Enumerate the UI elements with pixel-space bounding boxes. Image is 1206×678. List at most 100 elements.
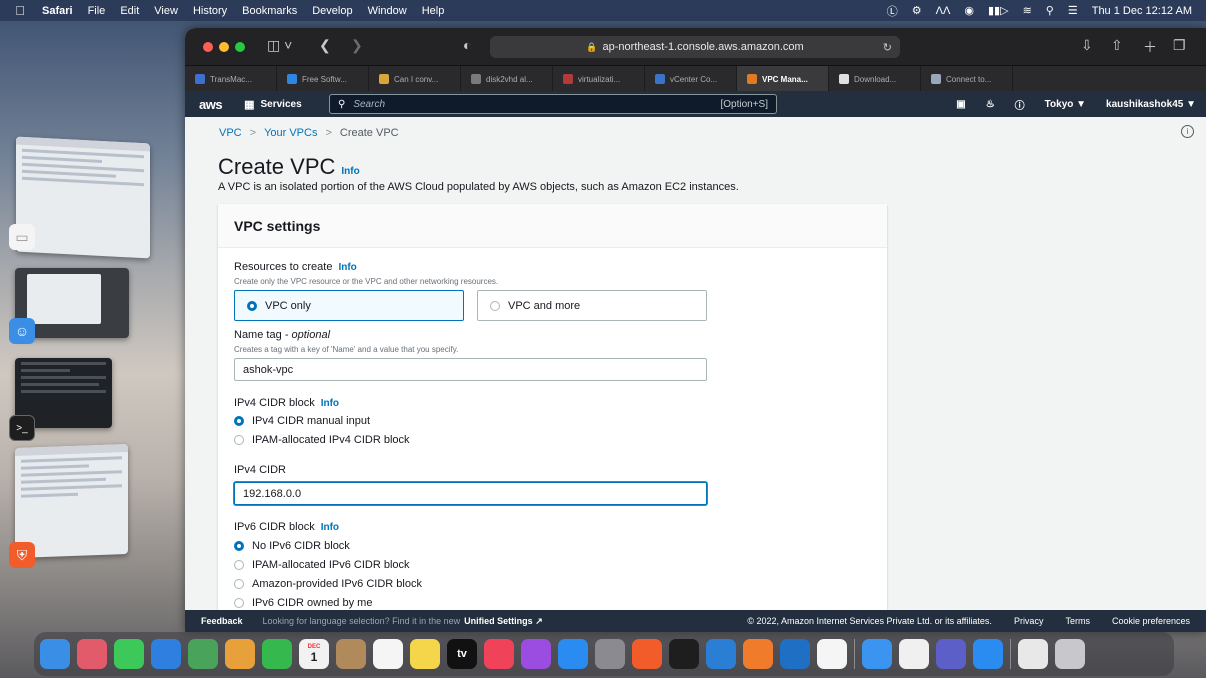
system-preferences-icon[interactable]: [595, 639, 625, 669]
close-window-button[interactable]: [203, 42, 213, 52]
resources-info-link[interactable]: Info: [338, 262, 356, 273]
textedit-icon[interactable]: [899, 639, 929, 669]
terminal-icon[interactable]: [669, 639, 699, 669]
wifi-icon[interactable]: ≋: [1023, 4, 1032, 17]
firefox-icon[interactable]: [743, 639, 773, 669]
ipv4-ipam-option[interactable]: IPAM-allocated IPv4 CIDR block: [234, 434, 410, 446]
launchpad-icon[interactable]: [77, 639, 107, 669]
facetime-icon[interactable]: [262, 639, 292, 669]
vpc-and-more-option[interactable]: VPC and more: [477, 290, 707, 321]
menu-bookmarks[interactable]: Bookmarks: [242, 5, 297, 17]
keynote-icon[interactable]: [973, 639, 1003, 669]
ipv6-info-link[interactable]: Info: [321, 522, 339, 533]
calendar-icon[interactable]: DEC 1: [299, 639, 329, 669]
document-app-icon[interactable]: ▭: [9, 224, 35, 250]
account-menu[interactable]: kaushikashok45 ▼: [1106, 99, 1196, 110]
app-store-icon[interactable]: [558, 639, 588, 669]
app-status-icon[interactable]: ⚙: [912, 4, 922, 17]
vpc-only-option[interactable]: VPC only: [234, 290, 464, 321]
ipv6-owned-option[interactable]: IPv6 CIDR owned by me: [234, 597, 372, 609]
control-center-icon[interactable]: ☰: [1068, 4, 1078, 17]
preview-icon[interactable]: [1018, 639, 1048, 669]
maps-icon[interactable]: [188, 639, 218, 669]
notifications-icon[interactable]: ♨: [986, 99, 995, 110]
brave-app-icon[interactable]: ⛨: [9, 542, 35, 568]
cookie-preferences-link[interactable]: Cookie preferences: [1112, 616, 1190, 626]
menu-app-name[interactable]: Safari: [42, 5, 73, 17]
browser-tab[interactable]: Download...: [829, 66, 921, 92]
spotlight-icon[interactable]: ⚲: [1046, 4, 1054, 17]
apple-menu-icon[interactable]: : [8, 3, 32, 18]
browser-tab[interactable]: Free Softw...: [277, 66, 369, 92]
vscode-icon[interactable]: [706, 639, 736, 669]
new-tab-icon[interactable]: ＋: [1143, 37, 1157, 57]
reminders-icon[interactable]: [373, 639, 403, 669]
reload-icon[interactable]: ↻: [883, 41, 892, 54]
sidebar-toggle-icon[interactable]: ◫ ˅: [267, 37, 292, 54]
ipv4-manual-option[interactable]: IPv4 CIDR manual input: [234, 415, 370, 427]
aws-logo[interactable]: aws: [199, 97, 223, 112]
finder-icon[interactable]: [40, 639, 70, 669]
ipv4-info-link[interactable]: Info: [321, 398, 339, 409]
vpn-icon[interactable]: Ⓛ: [887, 3, 898, 19]
aws-search-input[interactable]: ⚲ Search [Option+S]: [329, 94, 777, 114]
document-icon[interactable]: [817, 639, 847, 669]
browser-tab[interactable]: Can I conv...: [369, 66, 461, 92]
menubar-clock[interactable]: Thu 1 Dec 12:12 AM: [1092, 5, 1192, 17]
browser-tab[interactable]: VPC Mana...: [737, 66, 829, 92]
tab-overview-icon[interactable]: ❐: [1173, 37, 1186, 54]
menu-window[interactable]: Window: [368, 5, 407, 17]
window-thumbnail-4[interactable]: [15, 444, 128, 558]
browser-tab[interactable]: virtualizati...: [553, 66, 645, 92]
ipv4-cidr-input[interactable]: 192.168.0.0: [234, 482, 707, 505]
menu-file[interactable]: File: [88, 5, 106, 17]
unified-settings-link[interactable]: Unified Settings ↗: [464, 616, 543, 627]
services-menu[interactable]: ▦ Services: [244, 98, 302, 111]
zoom-window-button[interactable]: [235, 42, 245, 52]
messages-icon[interactable]: [114, 639, 144, 669]
brave-icon[interactable]: [632, 639, 662, 669]
privacy-link[interactable]: Privacy: [1014, 616, 1044, 626]
browser-tab[interactable]: disk2vhd al...: [461, 66, 553, 92]
ipv6-amazon-option[interactable]: Amazon-provided IPv6 CIDR block: [234, 578, 422, 590]
address-bar[interactable]: 🔒 ap-northeast-1.console.aws.amazon.com …: [490, 36, 900, 58]
breadcrumb-vpc[interactable]: VPC: [219, 127, 242, 139]
terminal-app-icon[interactable]: >_: [9, 415, 35, 441]
podcasts-icon[interactable]: [521, 639, 551, 669]
feedback-link[interactable]: Feedback: [201, 616, 243, 626]
photos-icon[interactable]: [225, 639, 255, 669]
breadcrumb-your-vpcs[interactable]: Your VPCs: [264, 127, 317, 139]
music-icon[interactable]: [484, 639, 514, 669]
window-thumbnail-1[interactable]: [16, 136, 150, 259]
browser-tab[interactable]: vCenter Co...: [645, 66, 737, 92]
teams-icon[interactable]: [936, 639, 966, 669]
region-selector[interactable]: Tokyo ▼: [1045, 99, 1086, 110]
page-info-link[interactable]: Info: [341, 166, 359, 177]
browser-tab[interactable]: TransMac...: [185, 66, 277, 92]
record-icon[interactable]: ◉: [964, 4, 974, 17]
back-icon[interactable]: ❮: [319, 37, 331, 54]
notes-icon[interactable]: [410, 639, 440, 669]
help-icon[interactable]: ⓘ: [1015, 97, 1025, 112]
outlook-icon[interactable]: [780, 639, 810, 669]
name-tag-input[interactable]: ashok-vpc: [234, 358, 707, 381]
safari-icon[interactable]: [862, 639, 892, 669]
info-panel-icon[interactable]: i: [1181, 125, 1194, 138]
battery-icon[interactable]: ▮▮▷: [988, 4, 1009, 17]
menu-edit[interactable]: Edit: [120, 5, 139, 17]
contacts-icon[interactable]: [336, 639, 366, 669]
cloudshell-icon[interactable]: ▣: [956, 99, 965, 110]
menu-history[interactable]: History: [193, 5, 227, 17]
tv-icon[interactable]: tv: [447, 639, 477, 669]
privacy-shield-icon[interactable]: ◐: [463, 37, 471, 53]
minimize-window-button[interactable]: [219, 42, 229, 52]
terms-link[interactable]: Terms: [1065, 616, 1090, 626]
finder-app-icon[interactable]: ☺: [9, 318, 35, 344]
downloads-icon[interactable]: ⇩: [1081, 37, 1093, 54]
ipv6-ipam-option[interactable]: IPAM-allocated IPv6 CIDR block: [234, 559, 410, 571]
menu-help[interactable]: Help: [422, 5, 445, 17]
browser-tab[interactable]: Connect to...: [921, 66, 1013, 92]
trash-icon[interactable]: [1055, 639, 1085, 669]
forward-icon[interactable]: ❯: [351, 37, 363, 54]
ipv6-none-option[interactable]: No IPv6 CIDR block: [234, 540, 350, 552]
